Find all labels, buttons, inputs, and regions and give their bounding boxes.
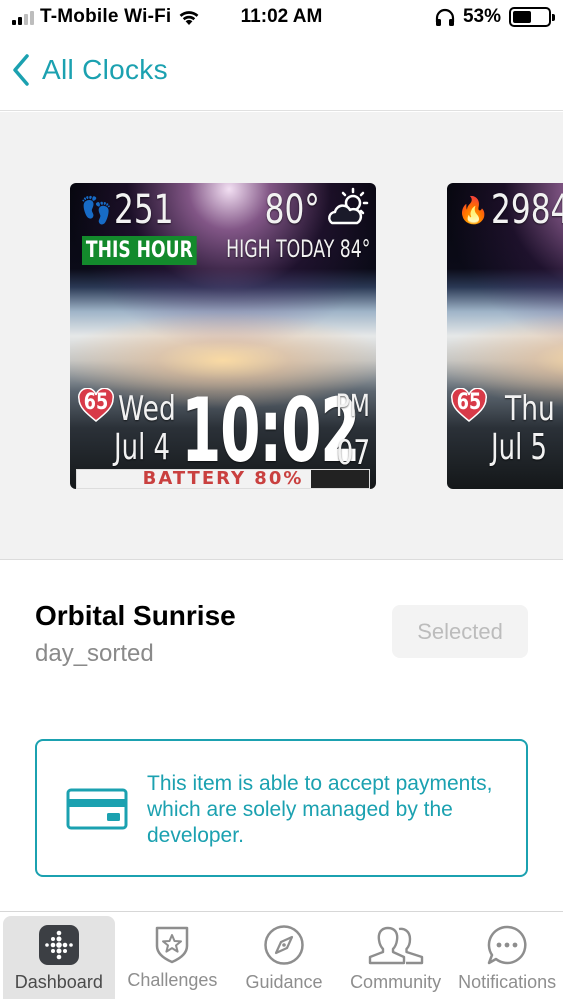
tab-challenges[interactable]: Challenges	[117, 912, 229, 999]
flame-icon: 🔥	[457, 195, 490, 225]
this-hour-label: THIS HOUR	[82, 236, 197, 265]
tab-community[interactable]: Community	[340, 912, 452, 999]
time-display: 10:02	[181, 379, 361, 482]
day-label: Wed	[118, 389, 176, 429]
battery-label: BATTERY 80%	[142, 468, 304, 489]
selected-button[interactable]: Selected	[392, 605, 528, 658]
seconds-value: 07	[336, 433, 370, 473]
compass-icon	[264, 925, 304, 965]
tab-bar: Dashboard Challenges Guidance Community	[0, 911, 563, 999]
heart-rate-value: 65	[83, 390, 109, 415]
clock-face-carousel[interactable]: 👣 251 80° THIS HOUR HIGH TODAY 84° 65 We…	[0, 112, 563, 560]
tab-label: Notifications	[458, 972, 557, 992]
payment-notice-text: This item is able to accept payments, wh…	[147, 772, 493, 847]
calories-value: 2984	[491, 187, 563, 233]
status-right: 53%	[435, 6, 555, 28]
challenges-icon	[156, 926, 189, 964]
clock-name: Orbital Sunrise	[35, 600, 236, 631]
chevron-left-icon	[13, 54, 29, 86]
chat-bubble-icon	[487, 925, 527, 965]
dashboard-icon	[38, 925, 79, 965]
tab-label: Guidance	[245, 972, 323, 992]
credit-card-icon	[66, 788, 128, 830]
headphones-icon	[435, 8, 455, 26]
next-clock-face-preview[interactable]: 🔥 2984 65 Thu Jul 5	[447, 183, 563, 489]
temperature-value: 80°	[264, 187, 320, 233]
back-label: All Clocks	[42, 54, 168, 85]
date-label: Jul 5	[491, 427, 548, 468]
partly-cloudy-icon	[328, 187, 369, 225]
back-button[interactable]: All Clocks	[12, 54, 168, 86]
navigation-bar: All Clocks	[0, 38, 563, 111]
ampm-label: PM	[335, 389, 370, 424]
tab-guidance[interactable]: Guidance	[228, 912, 340, 999]
day-label: Thu	[505, 389, 555, 429]
status-bar: T-Mobile Wi-Fi 11:02 AM 53%	[0, 0, 563, 38]
clock-face-preview[interactable]: 👣 251 80° THIS HOUR HIGH TODAY 84° 65 We…	[70, 183, 376, 489]
battery-percent: 53%	[462, 6, 501, 27]
date-label: Jul 4	[114, 427, 171, 468]
community-icon	[368, 926, 423, 965]
steps-value: 251	[114, 187, 174, 233]
heart-rate-value: 65	[456, 390, 482, 415]
tab-label: Dashboard	[14, 972, 103, 992]
tab-dashboard[interactable]: Dashboard	[3, 916, 115, 999]
tab-notifications[interactable]: Notifications	[451, 912, 563, 999]
tab-label: Challenges	[127, 970, 218, 990]
clock-author: day_sorted	[35, 640, 154, 667]
battery-icon	[509, 7, 555, 27]
footsteps-icon: 👣	[80, 195, 113, 225]
payment-notice: This item is able to accept payments, wh…	[35, 739, 528, 877]
tab-label: Community	[350, 972, 442, 992]
battery-bar: BATTERY 80%	[76, 468, 370, 489]
high-today-label: HIGH TODAY 84°	[225, 235, 370, 263]
